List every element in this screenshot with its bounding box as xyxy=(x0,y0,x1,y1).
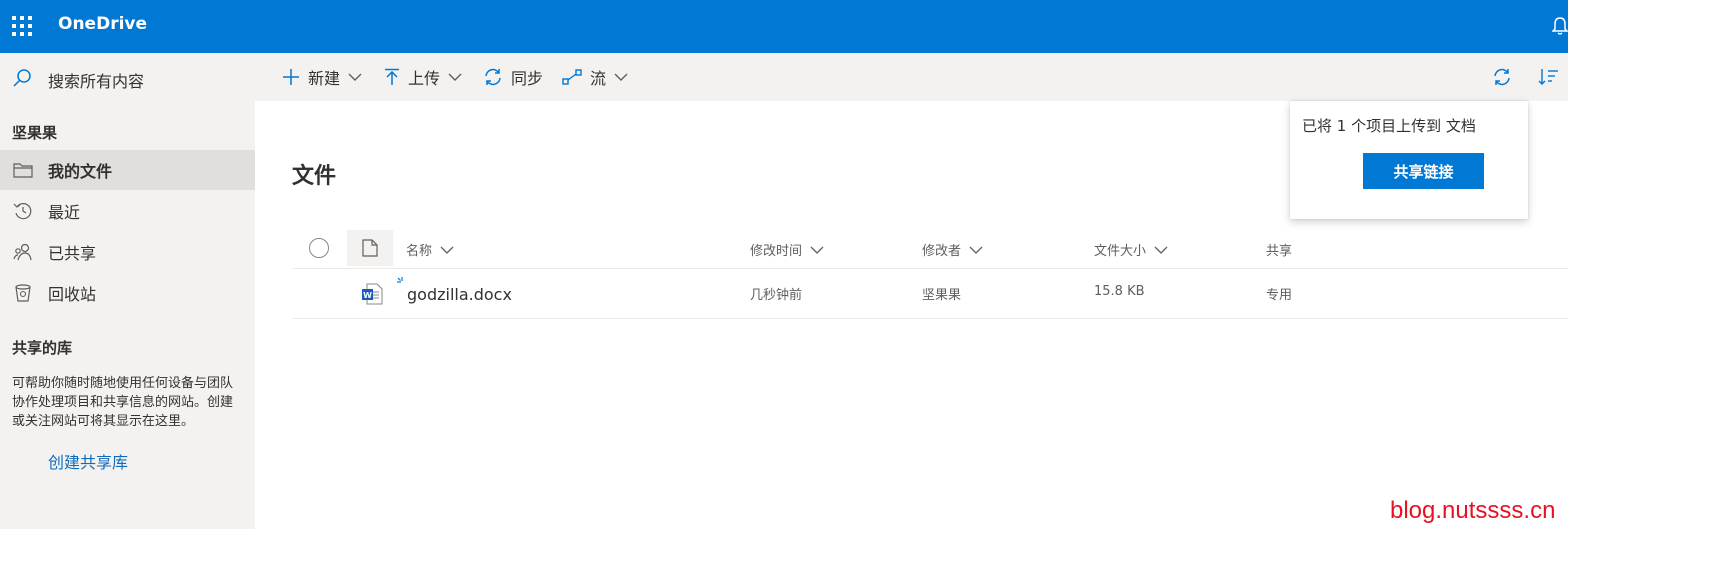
watermark: blog.nutssss.cn xyxy=(1390,497,1556,524)
upload-arrow-icon xyxy=(385,68,399,85)
column-header-label: 修改者 xyxy=(922,244,962,259)
shared-libraries-heading: 共享的库 xyxy=(12,339,73,357)
column-header-name[interactable]: 名称 xyxy=(406,240,454,259)
flow-button-label: 流 xyxy=(590,69,607,88)
nav-item-label: 我的文件 xyxy=(48,162,113,181)
chevron-down-icon xyxy=(440,246,454,254)
column-header-modified[interactable]: 修改时间 xyxy=(750,240,824,259)
nav-item-shared[interactable]: 已共享 xyxy=(0,232,255,272)
new-button[interactable]: 新建 xyxy=(282,53,370,101)
notification-bell-icon[interactable] xyxy=(1552,16,1568,36)
sort-icon[interactable] xyxy=(1538,67,1560,87)
nav-item-label: 回收站 xyxy=(48,285,97,304)
share-link-button[interactable]: 共享链接 xyxy=(1363,153,1484,189)
suite-header: OneDrive xyxy=(0,0,1568,53)
column-header-file-size[interactable]: 文件大小 xyxy=(1094,240,1168,259)
column-header-modified-by[interactable]: 修改者 xyxy=(922,240,983,259)
folder-icon xyxy=(12,162,34,178)
sync-button-label: 同步 xyxy=(511,69,544,88)
chevron-down-icon xyxy=(348,73,362,81)
new-button-label: 新建 xyxy=(308,69,341,88)
search-box[interactable]: 搜索所有内容 xyxy=(0,53,255,101)
file-type-column-header[interactable] xyxy=(347,230,393,266)
search-placeholder: 搜索所有内容 xyxy=(48,72,145,91)
upload-notification-message: 已将 1 个项目上传到 文档 xyxy=(1302,117,1476,135)
document-icon xyxy=(362,239,378,257)
column-header-label: 文件大小 xyxy=(1094,244,1147,259)
modified-cell: 几秒钟前 xyxy=(750,288,803,303)
nav-item-recent[interactable]: 最近 xyxy=(0,191,255,231)
word-document-icon: W xyxy=(362,283,383,305)
file-size-cell: 15.8 KB xyxy=(1094,284,1145,299)
file-list-header: 名称 修改时间 修改者 文件大小 共享 xyxy=(292,228,1568,269)
page-title: 文件 xyxy=(292,164,337,189)
select-all-checkbox[interactable] xyxy=(309,238,329,258)
user-heading: 坚果果 xyxy=(12,124,58,142)
app-launcher-icon[interactable] xyxy=(12,16,32,36)
nav-item-label: 已共享 xyxy=(48,244,97,263)
upload-notification: 已将 1 个项目上传到 文档 共享链接 xyxy=(1290,101,1528,219)
create-shared-library-link[interactable]: 创建共享库 xyxy=(48,449,128,473)
column-header-label: 名称 xyxy=(406,244,433,259)
search-icon xyxy=(13,69,31,87)
sync-icon xyxy=(485,68,501,86)
recycle-bin-icon xyxy=(12,283,34,303)
app-title[interactable]: OneDrive xyxy=(58,14,147,34)
plus-icon xyxy=(283,69,299,85)
chevron-down-icon xyxy=(810,246,824,254)
new-item-sparkle-icon xyxy=(397,277,403,283)
column-header-label: 修改时间 xyxy=(750,244,803,259)
left-navigation: 坚果果 我的文件 最近 已共享 回收站 共享的库 可帮助你随时随地使用任何设备与… xyxy=(0,101,255,529)
svg-text:W: W xyxy=(363,291,372,300)
flow-button[interactable]: 流 xyxy=(562,53,636,101)
upload-button[interactable]: 上传 xyxy=(384,53,470,101)
nav-item-label: 最近 xyxy=(48,203,81,222)
file-name-link[interactable]: godzilla.docx xyxy=(407,285,512,304)
nav-item-recycle-bin[interactable]: 回收站 xyxy=(0,273,255,313)
chevron-down-icon xyxy=(1154,246,1168,254)
column-header-sharing[interactable]: 共享 xyxy=(1266,240,1292,259)
people-icon xyxy=(12,242,34,262)
flow-icon xyxy=(562,69,582,85)
history-icon xyxy=(12,201,34,221)
column-header-label: 共享 xyxy=(1266,244,1293,259)
sharing-cell[interactable]: 专用 xyxy=(1266,284,1292,303)
nav-item-my-files[interactable]: 我的文件 xyxy=(0,150,255,190)
shared-libraries-description: 可帮助你随时随地使用任何设备与团队协作处理项目和共享信息的网站。创建或关注网站可… xyxy=(12,376,234,429)
command-bar: 搜索所有内容 新建 上传 同步 流 xyxy=(0,53,1568,101)
sync-button[interactable]: 同步 xyxy=(483,53,543,101)
chevron-down-icon xyxy=(614,73,628,81)
upload-button-label: 上传 xyxy=(408,69,441,88)
table-row[interactable]: W godzilla.docx 几秒钟前 坚果果 15.8 KB 专用 xyxy=(292,269,1568,319)
refresh-icon[interactable] xyxy=(1492,67,1512,87)
chevron-down-icon xyxy=(448,73,462,81)
modified-by-cell: 坚果果 xyxy=(922,288,962,303)
chevron-down-icon xyxy=(969,246,983,254)
